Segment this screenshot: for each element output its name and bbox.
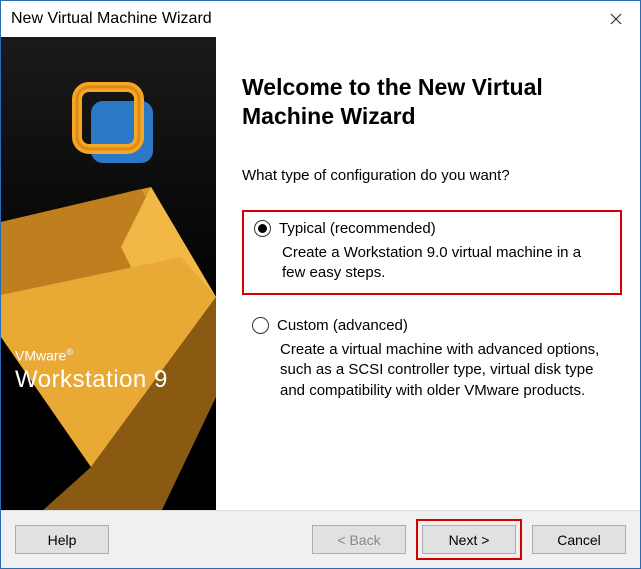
radio-typical[interactable]: [254, 220, 271, 237]
product-name: Workstation 9: [15, 366, 168, 394]
wizard-window: New Virtual Machine Wizard: [0, 0, 641, 569]
option-typical-desc: Create a Workstation 9.0 virtual machine…: [282, 243, 608, 284]
option-typical[interactable]: Typical (recommended) Create a Workstati…: [242, 210, 622, 296]
sidebar-banner: VMware® Workstation 9: [1, 37, 216, 510]
option-typical-label: Typical (recommended): [279, 220, 436, 237]
next-button[interactable]: Next >: [422, 525, 516, 554]
radio-custom[interactable]: [252, 317, 269, 334]
wizard-body: VMware® Workstation 9 Welcome to the New…: [1, 37, 640, 510]
vmware-logo-art: [1, 37, 216, 510]
main-panel: Welcome to the New Virtual Machine Wizar…: [216, 37, 640, 510]
window-title: New Virtual Machine Wizard: [11, 10, 592, 28]
help-button[interactable]: Help: [15, 525, 109, 554]
option-custom-label: Custom (advanced): [277, 317, 408, 334]
brand-name: VMware: [15, 348, 66, 364]
close-button[interactable]: [592, 1, 640, 37]
back-button: < Back: [312, 525, 406, 554]
product-branding: VMware® Workstation 9: [15, 347, 168, 394]
cancel-button[interactable]: Cancel: [532, 525, 626, 554]
titlebar: New Virtual Machine Wizard: [1, 1, 640, 37]
wizard-footer: Help < Back Next > Cancel: [1, 510, 640, 568]
registered-mark: ®: [66, 347, 73, 357]
next-button-highlight: Next >: [416, 519, 522, 560]
option-custom[interactable]: Custom (advanced) Create a virtual machi…: [242, 309, 622, 411]
option-custom-desc: Create a virtual machine with advanced o…: [280, 340, 610, 401]
close-icon: [610, 13, 622, 25]
config-question: What type of configuration do you want?: [242, 167, 622, 184]
page-title: Welcome to the New Virtual Machine Wizar…: [242, 73, 622, 131]
